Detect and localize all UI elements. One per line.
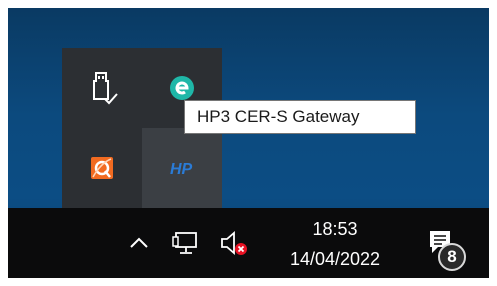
usb-eject-tray-item[interactable] (62, 48, 142, 128)
volume-button[interactable] (215, 224, 253, 262)
hp-icon: HP (170, 161, 193, 178)
show-hidden-icons-button[interactable] (122, 226, 156, 260)
network-button[interactable] (168, 224, 206, 262)
clock-time: 18:53 (312, 219, 358, 239)
orange-app-tray-item[interactable] (62, 128, 142, 208)
chevron-up-icon (130, 237, 148, 248)
tooltip: HP3 CER-S Gateway (184, 100, 416, 134)
clock-date: 14/04/2022 (289, 249, 381, 269)
network-icon (172, 232, 197, 254)
speaker-muted-icon (221, 231, 247, 255)
quickaccess-app-icon (91, 157, 113, 179)
hp-tray-item[interactable]: HP (142, 128, 222, 208)
svg-text:HP: HP (170, 161, 193, 178)
taskbar: 18:53 14/04/2022 (8, 208, 489, 278)
usb-eject-icon (93, 72, 118, 105)
tooltip-text: HP3 CER-S Gateway (197, 107, 360, 126)
desktop-screen: HP HP3 CER-S Gateway 18:53 14/04/2022 (8, 8, 489, 278)
notification-count-badge: 8 (438, 243, 466, 271)
clock[interactable]: 18:53 14/04/2022 (260, 212, 410, 274)
